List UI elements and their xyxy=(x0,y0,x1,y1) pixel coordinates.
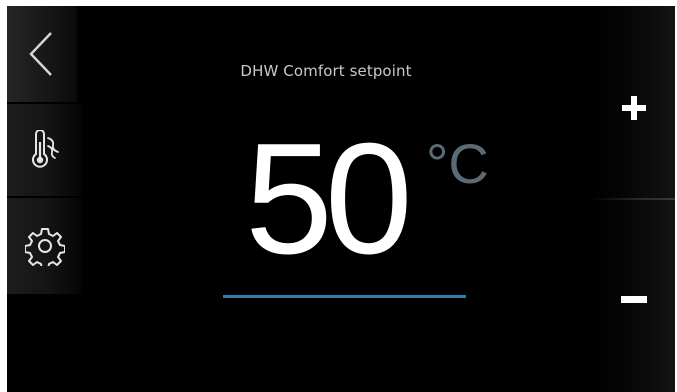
settings-button[interactable] xyxy=(7,198,82,294)
back-chevron-icon xyxy=(29,32,52,76)
increase-button[interactable] xyxy=(589,6,675,198)
page-title: DHW Comfort setpoint xyxy=(240,62,412,80)
setpoint-value: 50 xyxy=(245,111,413,287)
minus-icon xyxy=(621,296,647,303)
plus-icon xyxy=(622,96,646,120)
setpoint-underline xyxy=(223,295,466,298)
decrease-button[interactable] xyxy=(589,200,675,392)
thermostat-screen: DHW Comfort setpoint 50 °C xyxy=(7,6,675,392)
dhw-mode-button[interactable] xyxy=(7,104,82,196)
back-button[interactable] xyxy=(7,6,77,102)
setpoint-unit: °C xyxy=(426,132,489,195)
gear-icon xyxy=(24,228,65,266)
thermometer-hot-water-icon xyxy=(31,130,59,168)
